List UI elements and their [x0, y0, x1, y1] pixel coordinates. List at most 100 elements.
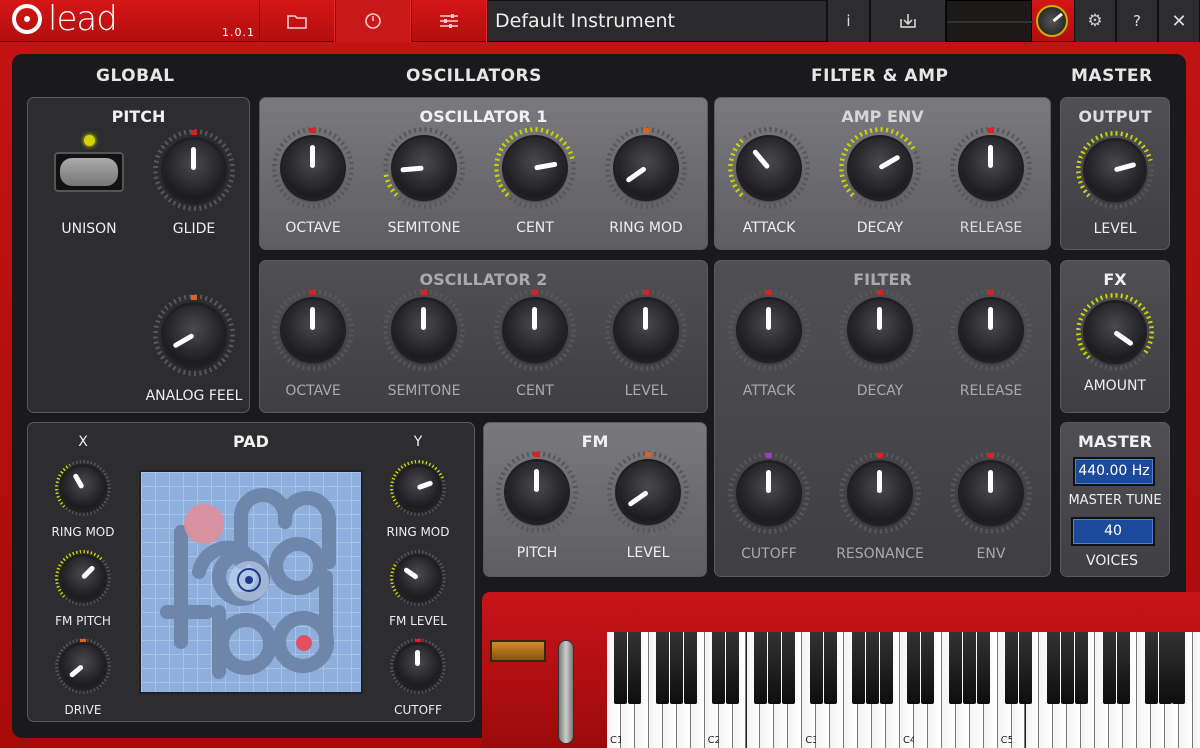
level-meter — [946, 0, 1032, 42]
master-tune-label: MASTER TUNE — [1060, 493, 1170, 508]
amp-decay-knob[interactable] — [839, 127, 921, 209]
analog-feel-knob[interactable] — [153, 294, 235, 376]
black-key[interactable] — [1159, 632, 1172, 704]
settings-sliders-button[interactable] — [411, 0, 487, 42]
osc1-octave-knob[interactable] — [272, 127, 354, 209]
white-key[interactable] — [1193, 632, 1200, 748]
black-key[interactable] — [1075, 632, 1088, 704]
black-key[interactable] — [1019, 632, 1032, 704]
amp-attack-knob[interactable] — [728, 127, 810, 209]
black-key[interactable] — [684, 632, 697, 704]
open-folder-button[interactable] — [259, 0, 335, 42]
black-key[interactable] — [768, 632, 781, 704]
filter-release-knob[interactable] — [950, 289, 1032, 371]
master-title: MASTER — [1061, 432, 1169, 451]
settings-button[interactable]: ⚙ — [1074, 0, 1116, 42]
info-button[interactable]: i — [827, 0, 870, 42]
top-toolbar: lead 1.0.1 Default Instrument i ⚙ ? — [0, 0, 1200, 42]
pad-x-drive-knob[interactable] — [55, 638, 111, 694]
pad-y-cutoff-knob[interactable] — [390, 638, 446, 694]
black-key[interactable] — [1117, 632, 1130, 704]
filter-resonance-knob[interactable] — [839, 452, 921, 534]
voices-field[interactable]: 40 — [1071, 517, 1155, 546]
black-key[interactable] — [1145, 632, 1158, 704]
master-tune-field[interactable]: 440.00 Hz — [1073, 457, 1155, 486]
black-key[interactable] — [726, 632, 739, 704]
osc2-title: OSCILLATOR 2 — [260, 270, 707, 289]
pad-x-ring-mod-label: RING MOD — [33, 525, 133, 539]
download-icon — [899, 13, 917, 29]
black-key[interactable] — [1061, 632, 1074, 704]
pad-y-fm-level-knob[interactable] — [390, 550, 446, 606]
pitch-title: PITCH — [28, 107, 249, 126]
osc2-cent-knob[interactable] — [494, 289, 576, 371]
logo-text: lead — [48, 4, 117, 34]
black-key[interactable] — [852, 632, 865, 704]
filter-cutoff-knob[interactable] — [728, 452, 810, 534]
pad-x-ring-mod-knob[interactable] — [55, 460, 111, 516]
pitch-bend-wheel[interactable] — [490, 640, 546, 662]
pad-x-drive-label: DRIVE — [33, 703, 133, 717]
filter-attack-knob[interactable] — [728, 289, 810, 371]
black-key[interactable] — [1172, 632, 1185, 704]
black-key[interactable] — [921, 632, 934, 704]
black-key[interactable] — [614, 632, 627, 704]
black-key[interactable] — [1005, 632, 1018, 704]
black-key[interactable] — [782, 632, 795, 704]
osc1-semitone-knob[interactable] — [383, 127, 465, 209]
pad-x-fm-pitch-knob[interactable] — [55, 550, 111, 606]
filter-decay-label: DECAY — [825, 383, 935, 399]
amp-release-knob[interactable] — [950, 127, 1032, 209]
black-key[interactable] — [949, 632, 962, 704]
xy-pad[interactable] — [139, 470, 363, 694]
output-title: OUTPUT — [1061, 107, 1169, 126]
black-key[interactable] — [1103, 632, 1116, 704]
pad-x-label: X — [28, 434, 138, 450]
black-key[interactable] — [628, 632, 641, 704]
fx-amount-knob[interactable] — [1076, 293, 1154, 371]
black-key[interactable] — [1047, 632, 1060, 704]
fm-level-label: LEVEL — [593, 545, 703, 561]
preset-name-display[interactable]: Default Instrument — [487, 0, 827, 42]
filter-decay-knob[interactable] — [839, 289, 921, 371]
mod-wheel[interactable] — [558, 640, 574, 744]
black-key[interactable] — [977, 632, 990, 704]
help-button[interactable]: ? — [1116, 0, 1158, 42]
output-level-knob[interactable] — [1076, 131, 1154, 209]
black-key[interactable] — [824, 632, 837, 704]
osc2-octave-knob[interactable] — [272, 289, 354, 371]
section-master: MASTER — [1071, 66, 1153, 86]
fm-level-knob[interactable] — [607, 451, 689, 533]
save-preset-button[interactable] — [870, 0, 946, 42]
black-key[interactable] — [810, 632, 823, 704]
version-label: 1.0.1 — [222, 26, 255, 39]
glide-knob[interactable] — [153, 129, 235, 211]
black-key[interactable] — [866, 632, 879, 704]
pad-y-ring-mod-knob[interactable] — [390, 460, 446, 516]
glide-label: GLIDE — [139, 221, 249, 237]
black-key[interactable] — [754, 632, 767, 704]
close-icon: ✕ — [1171, 11, 1186, 32]
black-key[interactable] — [656, 632, 669, 704]
black-key[interactable] — [880, 632, 893, 704]
folder-icon — [287, 13, 307, 29]
osc1-cent-knob[interactable] — [494, 127, 576, 209]
osc2-level-knob[interactable] — [605, 289, 687, 371]
fm-pitch-knob[interactable] — [496, 451, 578, 533]
amp-decay-label: DECAY — [825, 220, 935, 236]
osc2-semitone-knob[interactable] — [383, 289, 465, 371]
piano-keyboard[interactable]: C1C2C3C4C5 — [607, 632, 1200, 748]
unison-switch[interactable] — [54, 152, 124, 192]
black-key[interactable] — [963, 632, 976, 704]
filter-env-knob[interactable] — [950, 452, 1032, 534]
osc2-semitone-label: SEMITONE — [369, 383, 479, 399]
black-key[interactable] — [712, 632, 725, 704]
black-key[interactable] — [907, 632, 920, 704]
close-button[interactable]: ✕ — [1158, 0, 1200, 42]
osc1-ring-mod-knob[interactable] — [605, 127, 687, 209]
osc1-ring-mod-label: RING MOD — [591, 220, 701, 236]
black-key[interactable] — [670, 632, 683, 704]
amp-env-title: AMP ENV — [715, 107, 1050, 126]
master-volume-knob[interactable] — [1036, 5, 1068, 37]
synth-view-button[interactable] — [335, 0, 411, 42]
